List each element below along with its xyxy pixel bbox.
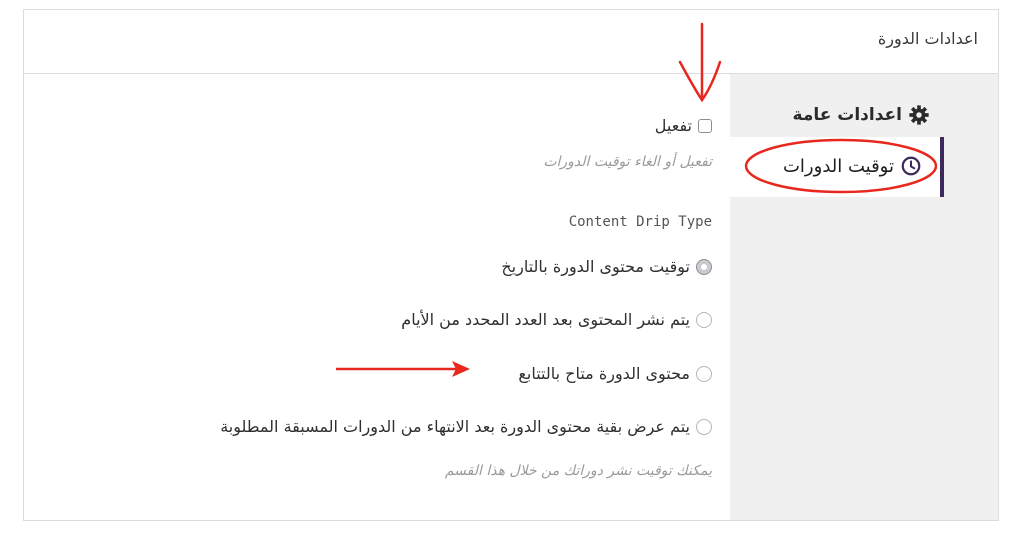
settings-sidebar: اعدادات عامة توقيت الدورات	[730, 74, 998, 520]
drip-option-label: يتم عرض بقية محتوى الدورة بعد الانتهاء م…	[220, 417, 690, 436]
drip-option-row[interactable]: يتم نشر المحتوى بعد العدد المحدد من الأي…	[401, 310, 712, 329]
drip-type-title: Content Drip Type	[568, 214, 712, 230]
drip-option-label: محتوى الدورة متاح بالتتابع	[518, 364, 690, 383]
drip-option-radio[interactable]	[696, 418, 712, 435]
drip-option-row[interactable]: محتوى الدورة متاح بالتتابع	[518, 364, 712, 383]
tab-general-label: اعدادات عامة	[792, 105, 902, 125]
tab-drip-label: توقيت الدورات	[782, 155, 894, 177]
enable-label: تفعيل	[654, 116, 692, 135]
drip-option-label: يتم نشر المحتوى بعد العدد المحدد من الأي…	[401, 310, 690, 329]
panel-header: اعدادات الدورة	[24, 10, 998, 74]
tab-content-drip[interactable]: توقيت الدورات	[730, 137, 944, 197]
drip-option-radio[interactable]	[696, 311, 712, 328]
settings-panel: اعدادات الدورة اعدادات عامة توقيت الدورا…	[23, 9, 999, 521]
clock-icon	[901, 156, 921, 176]
enable-row: تفعيل	[655, 116, 712, 135]
enable-checkbox[interactable]	[698, 118, 712, 133]
settings-content: تفعيل تفعيل أو الغاء توقيت الدورات Conte…	[24, 74, 712, 520]
enable-description: تفعيل أو الغاء توقيت الدورات	[543, 154, 712, 170]
drip-option-row[interactable]: يتم عرض بقية محتوى الدورة بعد الانتهاء م…	[220, 417, 712, 436]
drip-option-row[interactable]: توقيت محتوى الدورة بالتاريخ	[501, 257, 712, 276]
drip-option-radio[interactable]	[696, 258, 712, 275]
gear-icon	[909, 105, 929, 125]
drip-option-radio[interactable]	[696, 365, 712, 382]
section-footer-note: يمكنك توقيت نشر دوراتك من خلال هذا القسم	[444, 463, 712, 479]
panel-title: اعدادات الدورة	[877, 29, 978, 48]
drip-option-label: توقيت محتوى الدورة بالتاريخ	[501, 257, 690, 276]
